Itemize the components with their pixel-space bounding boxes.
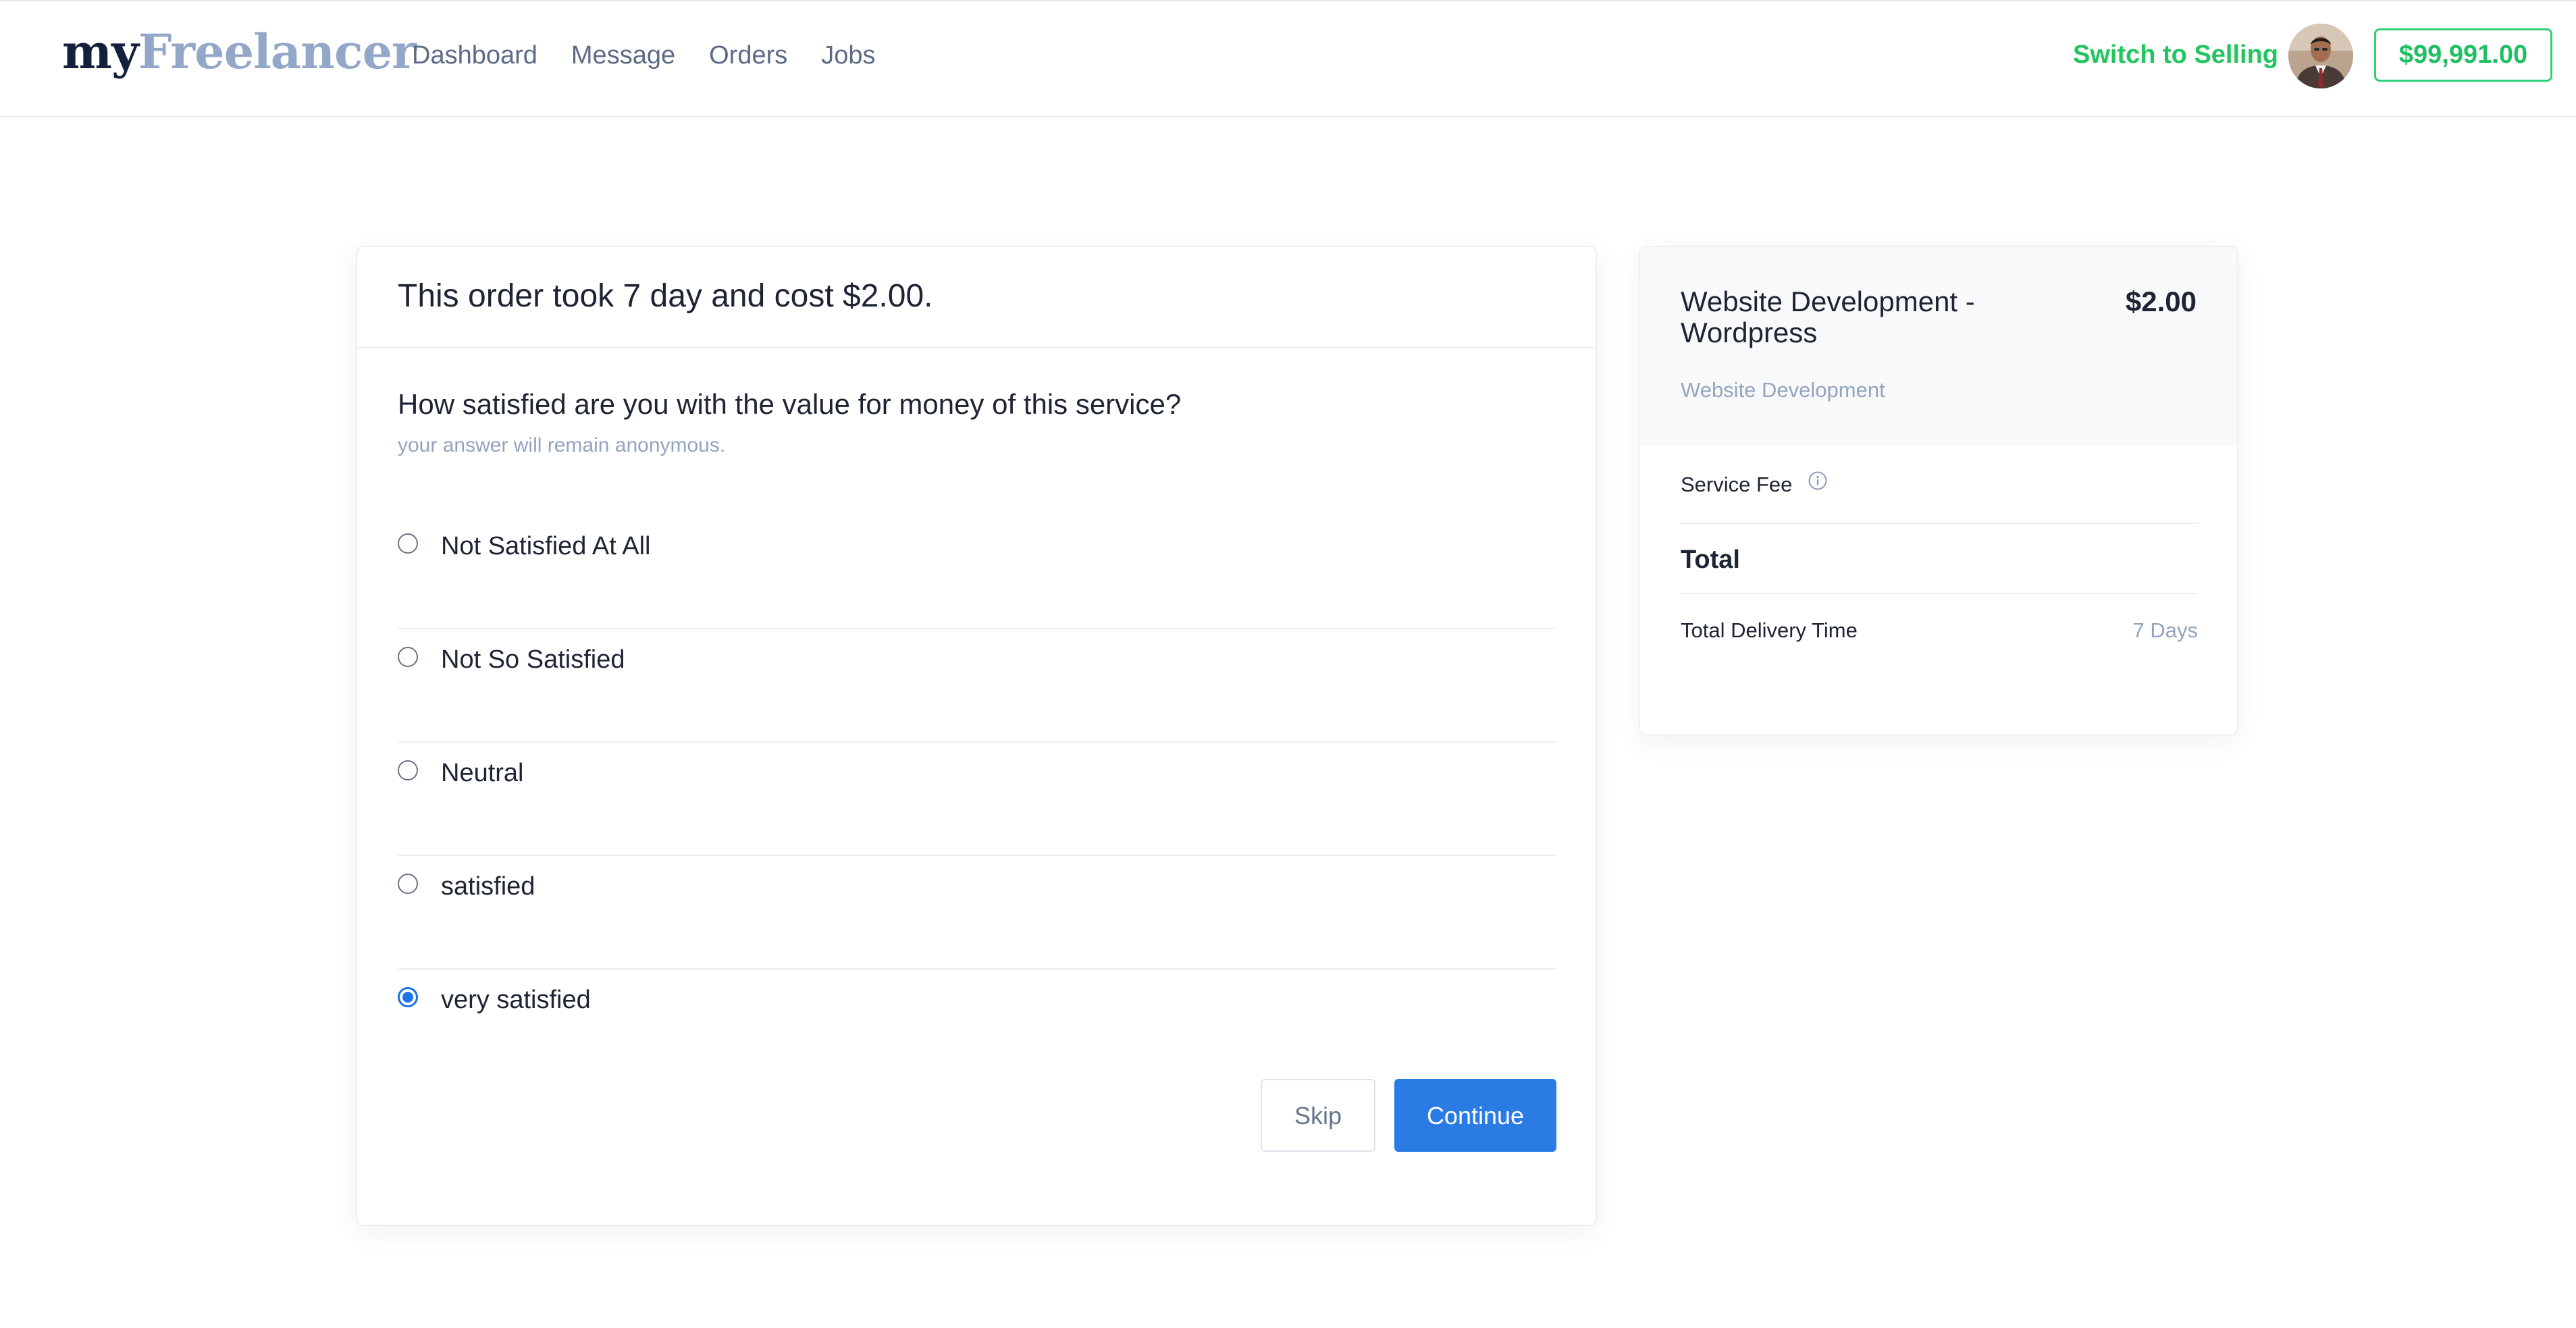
service-title: Website Development - Wordpress: [1681, 286, 1975, 348]
delivery-row: Total Delivery Time 7 Days: [1681, 594, 2198, 668]
total-row: Total: [1681, 524, 2198, 594]
skip-button[interactable]: Skip: [1261, 1079, 1375, 1152]
nav-dashboard[interactable]: Dashboard: [412, 36, 537, 74]
avatar[interactable]: [2288, 24, 2353, 88]
option-label: satisfied: [441, 872, 535, 901]
total-label: Total: [1681, 546, 1740, 574]
continue-button[interactable]: Continue: [1394, 1079, 1556, 1152]
user-avatar-icon: [2288, 24, 2353, 88]
radio-button[interactable]: [398, 874, 418, 894]
option-not-satisfied-at-all[interactable]: Not Satisfied At All: [398, 516, 1556, 629]
wallet-balance[interactable]: $99,991.00: [2374, 28, 2552, 82]
service-fee-label: Service Fee: [1681, 473, 1793, 496]
radio-button[interactable]: [398, 647, 418, 667]
option-neutral[interactable]: Neutral: [398, 743, 1556, 856]
delivery-label: Total Delivery Time: [1681, 618, 1858, 642]
service-fee-row: Service Fee: [1681, 446, 2198, 524]
option-not-so-satisfied[interactable]: Not So Satisfied: [398, 629, 1556, 743]
nav-message[interactable]: Message: [571, 36, 675, 74]
logo-my: my: [62, 24, 139, 80]
switch-to-selling-link[interactable]: Switch to Selling: [2073, 35, 2278, 74]
radio-button-selected[interactable]: [398, 987, 418, 1007]
service-info: Website Development - Wordpress $2.00 We…: [1640, 247, 2237, 446]
nav-jobs[interactable]: Jobs: [821, 36, 875, 74]
service-fee-label-wrap: Service Fee: [1681, 471, 1828, 498]
feedback-card: This order took 7 day and cost $2.00. Ho…: [356, 246, 1597, 1226]
info-circle-icon[interactable]: [1808, 471, 1828, 498]
option-label: Not So Satisfied: [441, 645, 625, 674]
option-satisfied[interactable]: satisfied: [398, 856, 1556, 970]
site-logo[interactable]: myFreelancer: [62, 22, 417, 82]
order-summary-text: This order took 7 day and cost $2.00.: [398, 278, 933, 314]
top-navbar: myFreelancer Dashboard Message Orders Jo…: [0, 0, 2576, 117]
option-very-satisfied[interactable]: very satisfied: [398, 970, 1556, 1083]
option-label: very satisfied: [441, 986, 591, 1014]
option-label: Not Satisfied At All: [441, 532, 651, 560]
service-price: $2.00: [2125, 286, 2197, 317]
logo-freelancer: Freelancer: [138, 24, 417, 80]
order-summary-card: Website Development - Wordpress $2.00 We…: [1639, 246, 2238, 736]
anonymous-note: your answer will remain anonymous.: [398, 434, 726, 456]
radio-button[interactable]: [398, 760, 418, 780]
delivery-value: 7 Days: [2132, 618, 2198, 642]
service-category: Website Development: [1681, 378, 1885, 402]
summary-rows: Service Fee Total Total Delivery Time 7 …: [1681, 446, 2198, 668]
option-label: Neutral: [441, 759, 524, 787]
satisfaction-options: Not Satisfied At All Not So Satisfied Ne…: [398, 516, 1556, 1083]
nav-orders[interactable]: Orders: [709, 36, 787, 74]
feedback-card-header: This order took 7 day and cost $2.00.: [357, 247, 1596, 348]
radio-button[interactable]: [398, 533, 418, 554]
main-nav: Dashboard Message Orders Jobs: [412, 36, 876, 74]
satisfaction-question: How satisfied are you with the value for…: [398, 388, 1182, 420]
